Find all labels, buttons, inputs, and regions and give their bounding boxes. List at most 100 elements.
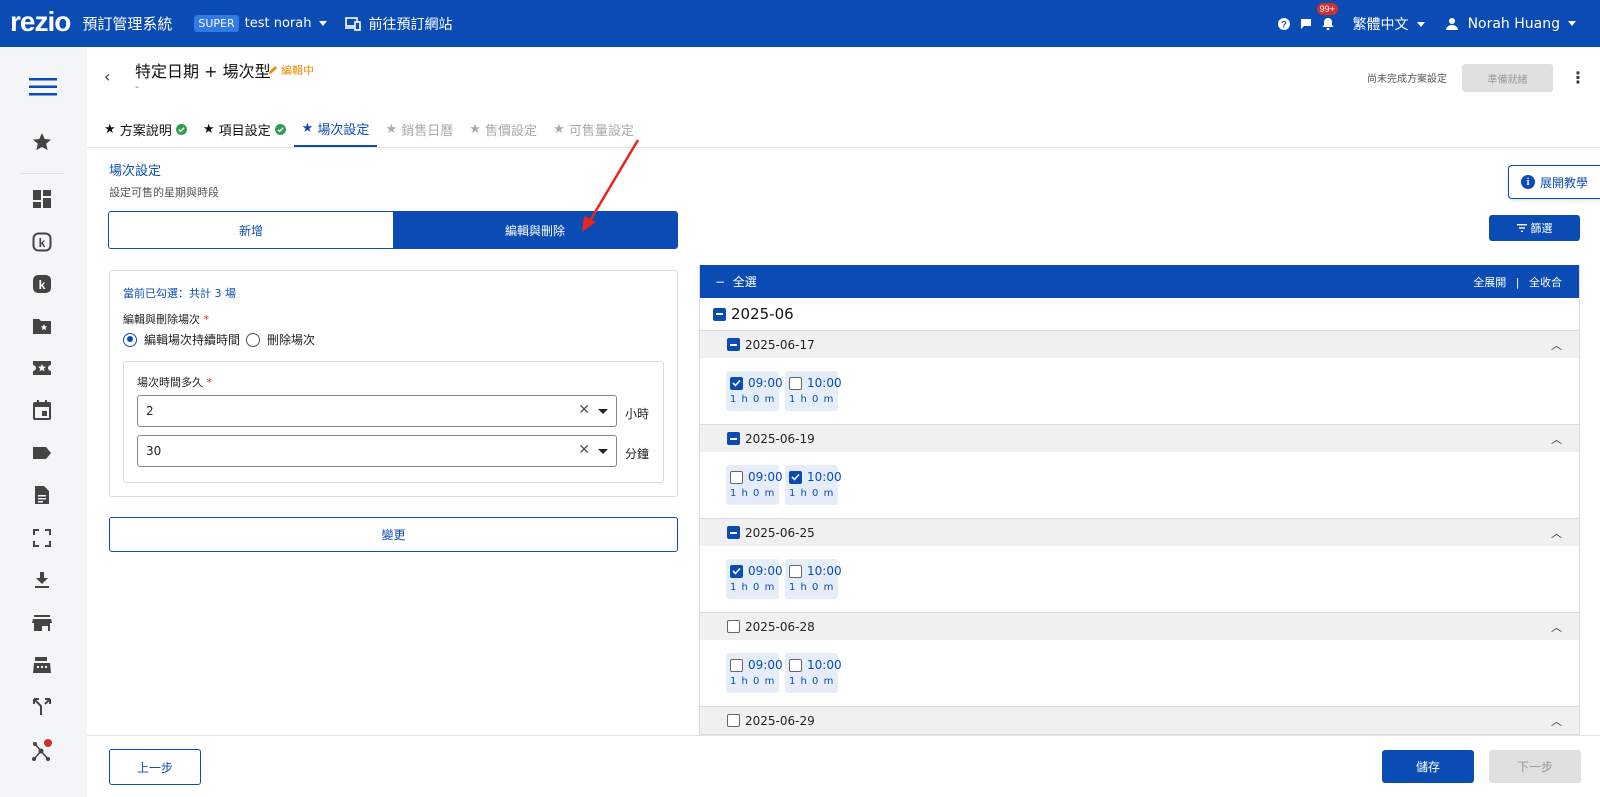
date-row[interactable]: 2025-06-19 ︿ xyxy=(700,424,1579,452)
radio-edit-duration-label[interactable]: 編輯場次持續時間 xyxy=(144,331,240,348)
chat-icon[interactable] xyxy=(1299,17,1313,31)
k-filled-icon[interactable]: k xyxy=(31,273,53,295)
radio-delete-session-label[interactable]: 刪除場次 xyxy=(267,331,315,348)
tab-price-settings[interactable]: ★ 售價設定 xyxy=(461,111,545,147)
duration-label: 場次時間多久 * xyxy=(137,374,212,390)
tab-sales-calendar[interactable]: ★ 銷售日曆 xyxy=(377,111,461,147)
logo[interactable]: rezio xyxy=(10,6,71,38)
chevron-up-icon[interactable]: ︿ xyxy=(1551,619,1562,635)
slot-checkbox[interactable] xyxy=(789,564,802,578)
chevron-down-icon xyxy=(1568,21,1576,26)
tab-session-settings[interactable]: ★ 場次設定 xyxy=(293,111,378,147)
more-vert-icon[interactable]: ⋮ xyxy=(1570,68,1586,87)
session-slot[interactable]: 10:00 1 h 0 m xyxy=(785,371,842,411)
language-selector[interactable]: 繁體中文 xyxy=(1353,14,1425,34)
expand-tutorial-button[interactable]: i 展開教學 xyxy=(1508,165,1600,199)
next-step-button[interactable]: 下一步 xyxy=(1489,750,1581,783)
slot-checkbox[interactable] xyxy=(730,470,743,484)
minutes-select[interactable]: 30 ✕ xyxy=(137,435,617,467)
radio-edit-duration[interactable] xyxy=(123,332,137,347)
date-row[interactable]: 2025-06-17 ︿ xyxy=(700,330,1579,358)
collapse-all-link[interactable]: 全收合 xyxy=(1529,276,1562,289)
session-slot[interactable]: 10:00 1 h 0 m xyxy=(785,559,842,599)
select-all-label: 全選 xyxy=(732,275,757,289)
session-slot[interactable]: 09:00 1 h 0 m xyxy=(726,653,783,693)
date-row[interactable]: 2025-06-28 ︿ xyxy=(700,612,1579,640)
slot-checkbox-checked[interactable] xyxy=(730,376,743,390)
date-checkbox[interactable] xyxy=(727,432,740,445)
check-icon xyxy=(732,379,741,387)
slot-checkbox[interactable] xyxy=(789,658,802,672)
svg-text:k: k xyxy=(39,278,46,292)
slot-checkbox-checked[interactable] xyxy=(789,470,802,484)
session-slot[interactable]: 09:00 1 h 0 m xyxy=(726,559,783,599)
slot-duration: 1 h 0 m xyxy=(789,488,835,499)
slot-duration: 1 h 0 m xyxy=(730,394,776,405)
editing-label: 編輯中 xyxy=(281,64,314,77)
date-checkbox[interactable] xyxy=(727,714,740,727)
edit-delete-mode-button[interactable]: 編輯與刪除 xyxy=(393,212,677,248)
network-icon[interactable] xyxy=(31,739,53,761)
clear-icon[interactable]: ✕ xyxy=(578,402,590,418)
fullscreen-icon[interactable] xyxy=(31,527,53,549)
session-slot[interactable]: 09:00 1 h 0 m xyxy=(726,371,783,411)
session-slot[interactable]: 09:00 1 h 0 m xyxy=(726,465,783,505)
chevron-up-icon[interactable]: ︿ xyxy=(1551,431,1562,447)
menu-icon[interactable] xyxy=(29,76,57,98)
month-checkbox[interactable] xyxy=(713,307,726,321)
download-icon[interactable] xyxy=(31,569,53,591)
tab-plan-description[interactable]: ★ 方案說明 xyxy=(96,111,195,147)
tag-icon[interactable] xyxy=(31,442,53,464)
bell-icon[interactable]: 99+ xyxy=(1316,2,1338,31)
folder-star-icon[interactable] xyxy=(31,315,53,337)
slot-checkbox[interactable] xyxy=(789,376,802,390)
k-outline-icon[interactable]: k xyxy=(31,231,53,253)
slot-checkbox-checked[interactable] xyxy=(730,564,743,578)
date-row[interactable]: 2025-06-29 ︿ xyxy=(700,706,1579,734)
tab-item-settings[interactable]: ★ 項目設定 xyxy=(195,111,294,147)
minutes-value: 30 xyxy=(146,444,162,458)
add-mode-button[interactable]: 新增 xyxy=(109,212,393,248)
select-all-toggle[interactable]: − 全選 xyxy=(715,273,757,290)
ready-button[interactable]: 準備就緒 xyxy=(1462,64,1553,92)
filter-button[interactable]: 篩選 xyxy=(1489,215,1580,241)
chevron-up-icon[interactable]: ︿ xyxy=(1551,337,1562,353)
star-icon: ★ xyxy=(202,121,219,137)
date-checkbox[interactable] xyxy=(727,338,740,351)
save-button[interactable]: 儲存 xyxy=(1382,750,1474,783)
goto-site-link[interactable]: 前往預訂網站 xyxy=(345,14,452,34)
session-slot[interactable]: 10:00 1 h 0 m xyxy=(785,465,842,505)
session-list-header: − 全選 全展開 | 全收合 xyxy=(700,265,1579,298)
date-checkbox[interactable] xyxy=(727,526,740,539)
clear-icon[interactable]: ✕ xyxy=(578,442,590,458)
account-switcher[interactable]: test norah xyxy=(245,16,328,31)
date-row[interactable]: 2025-06-25 ︿ xyxy=(700,518,1579,546)
back-button[interactable]: ‹ xyxy=(104,67,110,86)
session-slot[interactable]: 10:00 1 h 0 m xyxy=(785,653,842,693)
slot-checkbox[interactable] xyxy=(730,658,743,672)
document-icon[interactable] xyxy=(31,484,53,506)
hours-select[interactable]: 2 ✕ xyxy=(137,395,617,427)
chevron-up-icon[interactable]: ︿ xyxy=(1551,525,1562,541)
tab-inventory-settings[interactable]: ★ 可售量設定 xyxy=(545,111,642,147)
merge-icon[interactable] xyxy=(31,696,53,718)
radio-delete-session[interactable] xyxy=(246,332,261,347)
register-icon[interactable] xyxy=(31,654,53,676)
chevron-down-icon xyxy=(598,409,608,414)
chevron-up-icon[interactable]: ︿ xyxy=(1551,713,1562,729)
calendar-icon[interactable] xyxy=(31,399,53,421)
expand-all-link[interactable]: 全展開 xyxy=(1473,276,1506,289)
ticket-star-icon[interactable] xyxy=(31,357,53,379)
person-icon xyxy=(1445,17,1458,30)
store-icon[interactable] xyxy=(31,612,53,634)
previous-step-button[interactable]: 上一步 xyxy=(109,749,201,785)
dashboard-icon[interactable] xyxy=(31,188,53,210)
apply-change-button[interactable]: 變更 xyxy=(109,517,678,552)
star-icon[interactable] xyxy=(31,131,53,153)
help-icon[interactable]: ? xyxy=(1277,17,1291,31)
date-checkbox[interactable] xyxy=(727,620,740,633)
notification-badge: 99+ xyxy=(1316,2,1338,15)
user-menu[interactable]: Norah Huang xyxy=(1445,16,1576,32)
unfinished-notice: 尚未完成方案設定 xyxy=(1367,74,1447,85)
tabs-divider xyxy=(87,147,1600,148)
